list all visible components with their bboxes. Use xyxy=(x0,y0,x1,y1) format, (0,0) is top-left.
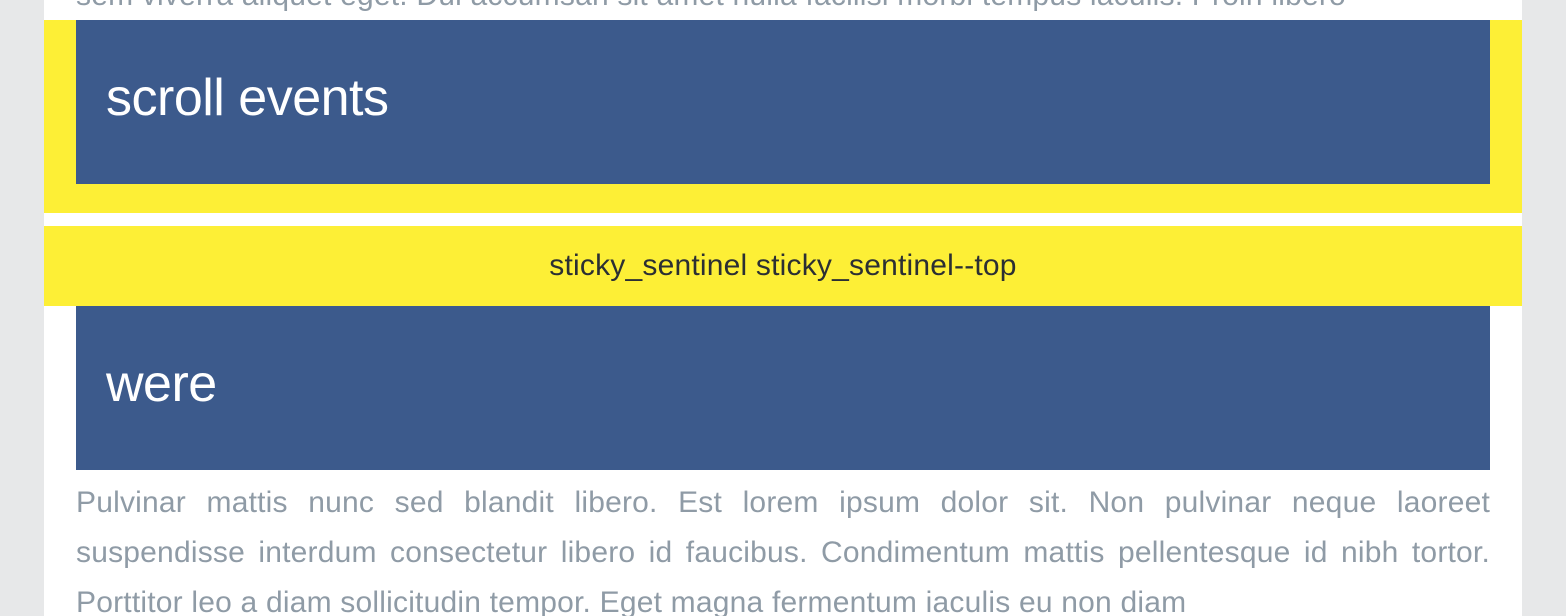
sticky-sentinel-label: sticky_sentinel sticky_sentinel--top xyxy=(549,249,1016,283)
sticky-sentinel-top: sticky_sentinel sticky_sentinel--top xyxy=(44,226,1522,306)
previous-section-body-clip: sem viverra aliquet eget. Dui accumsan s… xyxy=(76,0,1490,15)
sticky-header-section1[interactable]: scroll events xyxy=(76,20,1490,184)
section2-body-text: Pulvinar mattis nunc sed blandit libero.… xyxy=(76,478,1490,616)
sticky-header-section2[interactable]: were xyxy=(76,306,1490,470)
sticky-header-section1-title: scroll events xyxy=(106,68,389,128)
sticky-header-section2-title: were xyxy=(106,354,217,414)
page-viewport: sem viverra aliquet eget. Dui accumsan s… xyxy=(0,0,1566,616)
